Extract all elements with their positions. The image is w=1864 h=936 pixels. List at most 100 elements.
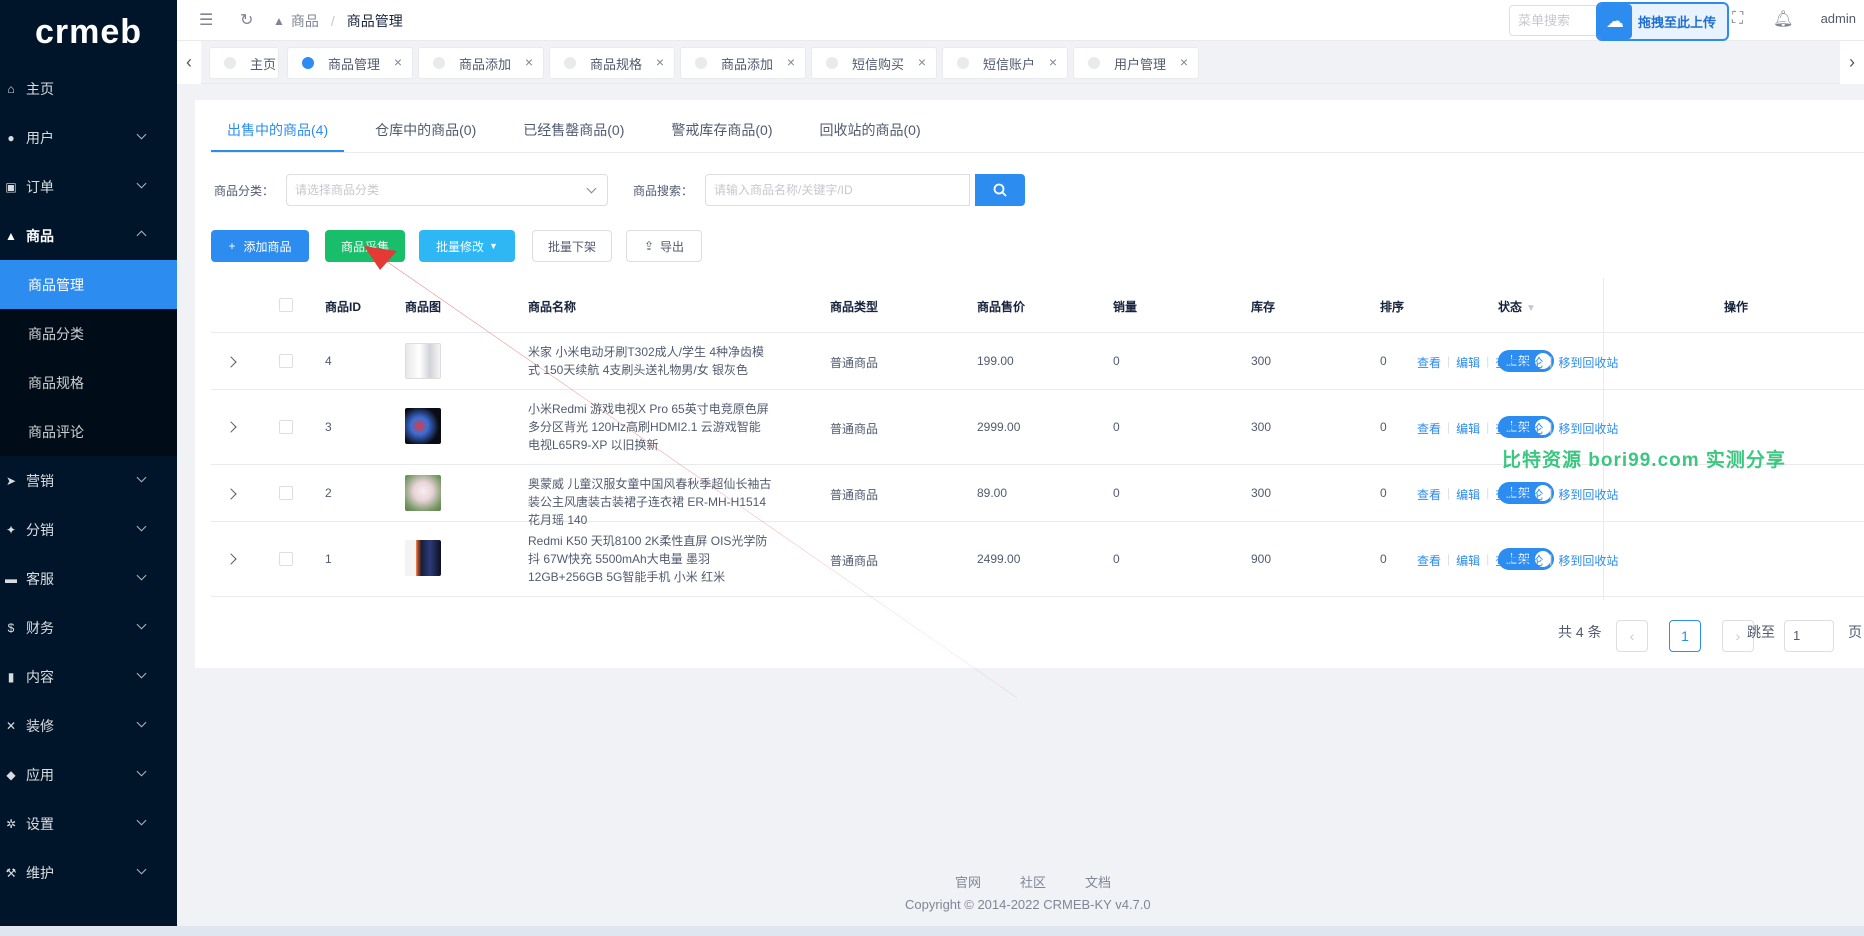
product-image[interactable] — [405, 540, 441, 576]
product-sort: 0 — [1380, 354, 1387, 368]
subtab-low-stock[interactable]: 警戒库存商品(0) — [655, 116, 788, 152]
upload-drop-button[interactable]: ☁ 拖拽至此上传 — [1596, 2, 1729, 41]
sidebar-item-decorate[interactable]: ✕ 装修 — [0, 701, 177, 750]
product-search-input[interactable]: 请输入商品名称/关键字/ID — [705, 174, 970, 206]
move-to-recycle-link[interactable]: 移到回收站 — [1558, 486, 1618, 503]
tab-product-add[interactable]: 商品添加 × — [418, 47, 544, 79]
export-button[interactable]: ⇪ 导出 — [626, 230, 702, 262]
batch-edit-button[interactable]: 批量修改 ▼ — [419, 230, 515, 262]
menu-search-input[interactable]: 菜单搜索 — [1509, 5, 1599, 36]
view-reviews-link[interactable]: 查看评论 — [1495, 420, 1543, 437]
move-to-recycle-link[interactable]: 移到回收站 — [1558, 354, 1618, 371]
search-button[interactable] — [975, 174, 1025, 206]
user-name[interactable]: admin — [1821, 11, 1856, 26]
row-actions: 查看 | 编辑 | 查看评论 | 移到回收站 — [1417, 552, 1619, 569]
view-reviews-link[interactable]: 查看评论 — [1495, 486, 1543, 503]
product-image[interactable] — [405, 343, 441, 379]
search-label: 商品搜索： — [633, 184, 694, 198]
close-icon[interactable]: × — [1049, 54, 1057, 70]
bell-icon[interactable]: 🔔︎ — [1773, 9, 1793, 29]
chevron-right-icon[interactable] — [225, 553, 237, 565]
sidebar-sub-product-review[interactable]: 商品评论 — [0, 407, 177, 456]
tab-product-spec[interactable]: 商品规格 × — [549, 47, 675, 79]
breadcrumb: ▲ 商品 / 商品管理 — [273, 11, 403, 31]
subtab-on-sale[interactable]: 出售中的商品(4) — [211, 116, 345, 152]
breadcrumb-item[interactable]: 商品 — [291, 11, 319, 31]
product-name: 奥蒙威 儿童汉服女童中国风春秋季超仙长袖古装公主风唐装古装裙子连衣裙 ER-MH… — [528, 477, 772, 527]
refresh-icon[interactable]: ↻ — [240, 10, 253, 30]
view-link[interactable]: 查看 — [1417, 354, 1441, 371]
tab-home[interactable]: 主页 — [209, 47, 279, 79]
chevron-right-icon[interactable] — [225, 356, 237, 368]
sidebar-item-distribution[interactable]: ✦ 分销 — [0, 505, 177, 554]
sidebar-item-finance[interactable]: $ 财务 — [0, 603, 177, 652]
sidebar-item-settings[interactable]: ✲ 设置 — [0, 799, 177, 848]
category-select[interactable]: 请选择商品分类 — [286, 174, 608, 206]
footer-link-docs[interactable]: 文档 — [1085, 872, 1111, 891]
tab-product-add-2[interactable]: 商品添加 × — [680, 47, 806, 79]
close-icon[interactable]: × — [656, 54, 664, 70]
move-to-recycle-link[interactable]: 移到回收站 — [1558, 420, 1618, 437]
product-collect-button[interactable]: 商品采集 — [325, 230, 405, 262]
filter-icon[interactable]: ▼ — [1526, 303, 1536, 314]
add-product-button[interactable]: + 添加商品 — [211, 230, 309, 262]
sidebar-item-home[interactable]: ⌂ 主页 — [0, 64, 177, 113]
chevron-right-icon[interactable] — [225, 488, 237, 500]
sidebar-item-maintain[interactable]: ⚒ 维护 — [0, 848, 177, 897]
close-icon[interactable]: × — [1180, 54, 1188, 70]
view-link[interactable]: 查看 — [1417, 486, 1441, 503]
tab-user-manage[interactable]: 用户管理 × — [1073, 47, 1199, 79]
row-checkbox[interactable] — [279, 420, 293, 434]
subtab-sold-out[interactable]: 已经售罄商品(0) — [507, 116, 640, 152]
close-icon[interactable]: × — [394, 54, 402, 70]
edit-link[interactable]: 编辑 — [1456, 486, 1480, 503]
sidebar-sub-product-category[interactable]: 商品分类 — [0, 309, 177, 358]
edit-link[interactable]: 编辑 — [1456, 552, 1480, 569]
sidebar-sub-product-spec[interactable]: 商品规格 — [0, 358, 177, 407]
sidebar-item-content[interactable]: ▮ 内容 — [0, 652, 177, 701]
page-jump-input[interactable]: 1 — [1784, 620, 1834, 652]
edit-link[interactable]: 编辑 — [1456, 354, 1480, 371]
tab-sms-account[interactable]: 短信账户 × — [942, 47, 1068, 79]
view-reviews-link[interactable]: 查看评论 — [1495, 354, 1543, 371]
row-checkbox[interactable] — [279, 552, 293, 566]
tabs-prev-icon[interactable]: ‹ — [177, 41, 201, 84]
tab-product-manage[interactable]: 商品管理 × — [287, 47, 413, 79]
page-prev-button[interactable]: ‹ — [1616, 620, 1648, 652]
table-row: 1 Redmi K50 天玑8100 2K柔性直屏 OIS光学防抖 67W快充 … — [211, 522, 1864, 597]
move-to-recycle-link[interactable]: 移到回收站 — [1558, 552, 1618, 569]
batch-off-shelf-button[interactable]: 批量下架 — [532, 230, 612, 262]
sidebar-item-product[interactable]: ▲ 商品 — [0, 211, 177, 260]
sidebar-item-order[interactable]: ▣ 订单 — [0, 162, 177, 211]
product-id: 3 — [325, 420, 332, 434]
close-icon[interactable]: × — [787, 54, 795, 70]
sidebar-item-marketing[interactable]: ➤ 营销 — [0, 456, 177, 505]
footer-link-official[interactable]: 官网 — [955, 872, 981, 891]
menu-fold-icon[interactable]: ☰ — [199, 10, 213, 30]
sidebar-sub-product-manage[interactable]: 商品管理 — [0, 260, 177, 309]
send-icon: ➤ — [5, 473, 17, 488]
view-reviews-link[interactable]: 查看评论 — [1495, 552, 1543, 569]
select-all-checkbox[interactable] — [279, 298, 293, 312]
row-checkbox[interactable] — [279, 486, 293, 500]
close-icon[interactable]: × — [525, 54, 533, 70]
subtab-recycle[interactable]: 回收站的商品(0) — [804, 116, 937, 152]
chevron-right-icon[interactable] — [225, 421, 237, 433]
view-link[interactable]: 查看 — [1417, 420, 1441, 437]
view-link[interactable]: 查看 — [1417, 552, 1441, 569]
close-icon[interactable]: × — [918, 54, 926, 70]
product-sort: 0 — [1380, 420, 1387, 434]
fullscreen-icon[interactable]: ⛶ — [1732, 10, 1743, 28]
product-image[interactable] — [405, 408, 441, 444]
subtab-warehouse[interactable]: 仓库中的商品(0) — [359, 116, 492, 152]
row-checkbox[interactable] — [279, 354, 293, 368]
product-image[interactable] — [405, 475, 441, 511]
sidebar-item-service[interactable]: ▬ 客服 — [0, 554, 177, 603]
tabs-next-icon[interactable]: › — [1840, 41, 1864, 84]
tab-sms-buy[interactable]: 短信购买 × — [811, 47, 937, 79]
page-number[interactable]: 1 — [1669, 620, 1701, 652]
footer-link-community[interactable]: 社区 — [1020, 872, 1046, 891]
sidebar-item-user[interactable]: ● 用户 — [0, 113, 177, 162]
edit-link[interactable]: 编辑 — [1456, 420, 1480, 437]
sidebar-item-app[interactable]: ◆ 应用 — [0, 750, 177, 799]
